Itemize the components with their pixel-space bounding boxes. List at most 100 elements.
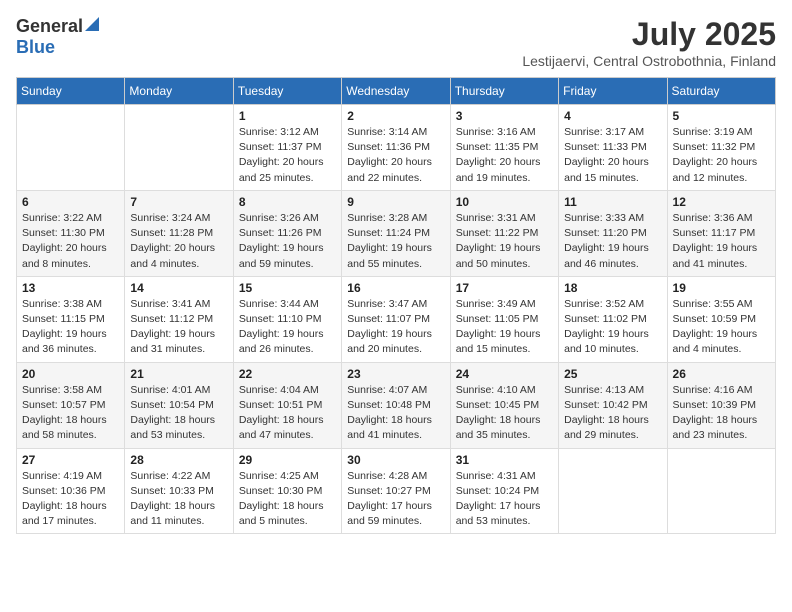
calendar-cell: 1 Sunrise: 3:12 AMSunset: 11:37 PMDayligh… [233, 105, 341, 191]
day-number: 30 [347, 453, 444, 467]
day-info: Sunrise: 4:28 AMSunset: 10:27 PMDaylight… [347, 469, 444, 530]
day-number: 14 [130, 281, 227, 295]
logo-general: General [16, 16, 83, 37]
day-number: 9 [347, 195, 444, 209]
calendar-cell: 4 Sunrise: 3:17 AMSunset: 11:33 PMDayligh… [559, 105, 667, 191]
calendar-week-row: 20 Sunrise: 3:58 AMSunset: 10:57 PMDaylig… [17, 362, 776, 448]
calendar-cell: 26Sunrise: 4:16 AMSunset: 10:39 PMDaylig… [667, 362, 775, 448]
calendar-cell: 2Sunrise: 3:14 AMSunset: 11:36 PMDayligh… [342, 105, 450, 191]
day-info: Sunrise: 3:12 AMSunset: 11:37 PMDaylight… [239, 125, 336, 186]
day-info: Sunrise: 3:44 AMSunset: 11:10 PMDaylight… [239, 297, 336, 358]
weekday-header-tuesday: Tuesday [233, 78, 341, 105]
day-info: Sunrise: 3:26 AMSunset: 11:26 PMDaylight… [239, 211, 336, 272]
day-number: 4 [564, 109, 661, 123]
day-number: 16 [347, 281, 444, 295]
logo-triangle-icon [85, 17, 99, 31]
day-info: Sunrise: 4:31 AMSunset: 10:24 PMDaylight… [456, 469, 553, 530]
calendar-cell: 3Sunrise: 3:16 AMSunset: 11:35 PMDayligh… [450, 105, 558, 191]
day-number: 22 [239, 367, 336, 381]
calendar-cell: 16Sunrise: 3:47 AMSunset: 11:07 PMDaylig… [342, 276, 450, 362]
day-info: Sunrise: 4:01 AMSunset: 10:54 PMDaylight… [130, 383, 227, 444]
day-number: 29 [239, 453, 336, 467]
day-number: 23 [347, 367, 444, 381]
calendar-cell: 15 Sunrise: 3:44 AMSunset: 11:10 PMDaylig… [233, 276, 341, 362]
day-info: Sunrise: 3:58 AMSunset: 10:57 PMDaylight… [22, 383, 119, 444]
logo-blue: Blue [16, 37, 55, 58]
day-number: 2 [347, 109, 444, 123]
day-number: 17 [456, 281, 553, 295]
weekday-header-sunday: Sunday [17, 78, 125, 105]
day-info: Sunrise: 4:25 AMSunset: 10:30 PMDaylight… [239, 469, 336, 530]
weekday-header-wednesday: Wednesday [342, 78, 450, 105]
calendar-cell: 19 Sunrise: 3:55 AMSunset: 10:59 PMDaylig… [667, 276, 775, 362]
weekday-header-saturday: Saturday [667, 78, 775, 105]
day-info: Sunrise: 3:24 AMSunset: 11:28 PMDaylight… [130, 211, 227, 272]
calendar-cell: 5Sunrise: 3:19 AMSunset: 11:32 PMDayligh… [667, 105, 775, 191]
calendar-table: SundayMondayTuesdayWednesdayThursdayFrid… [16, 77, 776, 534]
day-number: 15 [239, 281, 336, 295]
calendar-cell: 9 Sunrise: 3:28 AMSunset: 11:24 PMDayligh… [342, 190, 450, 276]
calendar-cell: 13Sunrise: 3:38 AMSunset: 11:15 PMDaylig… [17, 276, 125, 362]
calendar-cell: 21 Sunrise: 4:01 AMSunset: 10:54 PMDaylig… [125, 362, 233, 448]
day-info: Sunrise: 3:41 AMSunset: 11:12 PMDaylight… [130, 297, 227, 358]
calendar-cell: 17 Sunrise: 3:49 AMSunset: 11:05 PMDaylig… [450, 276, 558, 362]
calendar-cell: 8Sunrise: 3:26 AMSunset: 11:26 PMDayligh… [233, 190, 341, 276]
page-header: General Blue July 2025 Lestijaervi, Cent… [16, 16, 776, 69]
calendar-cell: 18 Sunrise: 3:52 AMSunset: 11:02 PMDaylig… [559, 276, 667, 362]
calendar-cell [125, 105, 233, 191]
day-info: Sunrise: 4:19 AMSunset: 10:36 PMDaylight… [22, 469, 119, 530]
day-number: 5 [673, 109, 770, 123]
location-subtitle: Lestijaervi, Central Ostrobothnia, Finla… [522, 53, 776, 69]
day-number: 11 [564, 195, 661, 209]
day-number: 1 [239, 109, 336, 123]
calendar-cell: 28 Sunrise: 4:22 AMSunset: 10:33 PMDaylig… [125, 448, 233, 534]
calendar-week-row: 6 Sunrise: 3:22 AMSunset: 11:30 PMDayligh… [17, 190, 776, 276]
day-info: Sunrise: 3:17 AMSunset: 11:33 PMDaylight… [564, 125, 661, 186]
day-info: Sunrise: 4:13 AMSunset: 10:42 PMDaylight… [564, 383, 661, 444]
day-number: 25 [564, 367, 661, 381]
weekday-header-monday: Monday [125, 78, 233, 105]
calendar-week-row: 13Sunrise: 3:38 AMSunset: 11:15 PMDaylig… [17, 276, 776, 362]
calendar-cell: 14 Sunrise: 3:41 AMSunset: 11:12 PMDaylig… [125, 276, 233, 362]
day-number: 31 [456, 453, 553, 467]
day-number: 3 [456, 109, 553, 123]
day-info: Sunrise: 3:55 AMSunset: 10:59 PMDaylight… [673, 297, 770, 358]
calendar-header: SundayMondayTuesdayWednesdayThursdayFrid… [17, 78, 776, 105]
weekday-header-thursday: Thursday [450, 78, 558, 105]
calendar-cell: 22Sunrise: 4:04 AMSunset: 10:51 PMDaylig… [233, 362, 341, 448]
day-info: Sunrise: 4:10 AMSunset: 10:45 PMDaylight… [456, 383, 553, 444]
day-number: 19 [673, 281, 770, 295]
day-info: Sunrise: 3:49 AMSunset: 11:05 PMDaylight… [456, 297, 553, 358]
calendar-week-row: 27 Sunrise: 4:19 AMSunset: 10:36 PMDaylig… [17, 448, 776, 534]
calendar-week-row: 1 Sunrise: 3:12 AMSunset: 11:37 PMDayligh… [17, 105, 776, 191]
day-info: Sunrise: 3:52 AMSunset: 11:02 PMDaylight… [564, 297, 661, 358]
calendar-cell: 27 Sunrise: 4:19 AMSunset: 10:36 PMDaylig… [17, 448, 125, 534]
month-title: July 2025 [522, 16, 776, 53]
day-number: 21 [130, 367, 227, 381]
calendar-cell: 10 Sunrise: 3:31 AMSunset: 11:22 PMDaylig… [450, 190, 558, 276]
day-info: Sunrise: 3:36 AMSunset: 11:17 PMDaylight… [673, 211, 770, 272]
calendar-cell: 6 Sunrise: 3:22 AMSunset: 11:30 PMDayligh… [17, 190, 125, 276]
day-info: Sunrise: 3:28 AMSunset: 11:24 PMDaylight… [347, 211, 444, 272]
calendar-cell: 11Sunrise: 3:33 AMSunset: 11:20 PMDaylig… [559, 190, 667, 276]
calendar-cell: 7Sunrise: 3:24 AMSunset: 11:28 PMDayligh… [125, 190, 233, 276]
logo: General Blue [16, 16, 99, 58]
day-number: 18 [564, 281, 661, 295]
calendar-cell [667, 448, 775, 534]
day-number: 20 [22, 367, 119, 381]
day-info: Sunrise: 3:22 AMSunset: 11:30 PMDaylight… [22, 211, 119, 272]
day-number: 6 [22, 195, 119, 209]
day-number: 28 [130, 453, 227, 467]
calendar-body: 1 Sunrise: 3:12 AMSunset: 11:37 PMDayligh… [17, 105, 776, 534]
day-info: Sunrise: 4:22 AMSunset: 10:33 PMDaylight… [130, 469, 227, 530]
calendar-cell: 24 Sunrise: 4:10 AMSunset: 10:45 PMDaylig… [450, 362, 558, 448]
day-info: Sunrise: 3:31 AMSunset: 11:22 PMDaylight… [456, 211, 553, 272]
day-number: 10 [456, 195, 553, 209]
day-number: 27 [22, 453, 119, 467]
calendar-cell: 23 Sunrise: 4:07 AMSunset: 10:48 PMDaylig… [342, 362, 450, 448]
calendar-cell: 30 Sunrise: 4:28 AMSunset: 10:27 PMDaylig… [342, 448, 450, 534]
calendar-cell: 20 Sunrise: 3:58 AMSunset: 10:57 PMDaylig… [17, 362, 125, 448]
weekday-header-row: SundayMondayTuesdayWednesdayThursdayFrid… [17, 78, 776, 105]
day-number: 24 [456, 367, 553, 381]
day-info: Sunrise: 4:07 AMSunset: 10:48 PMDaylight… [347, 383, 444, 444]
